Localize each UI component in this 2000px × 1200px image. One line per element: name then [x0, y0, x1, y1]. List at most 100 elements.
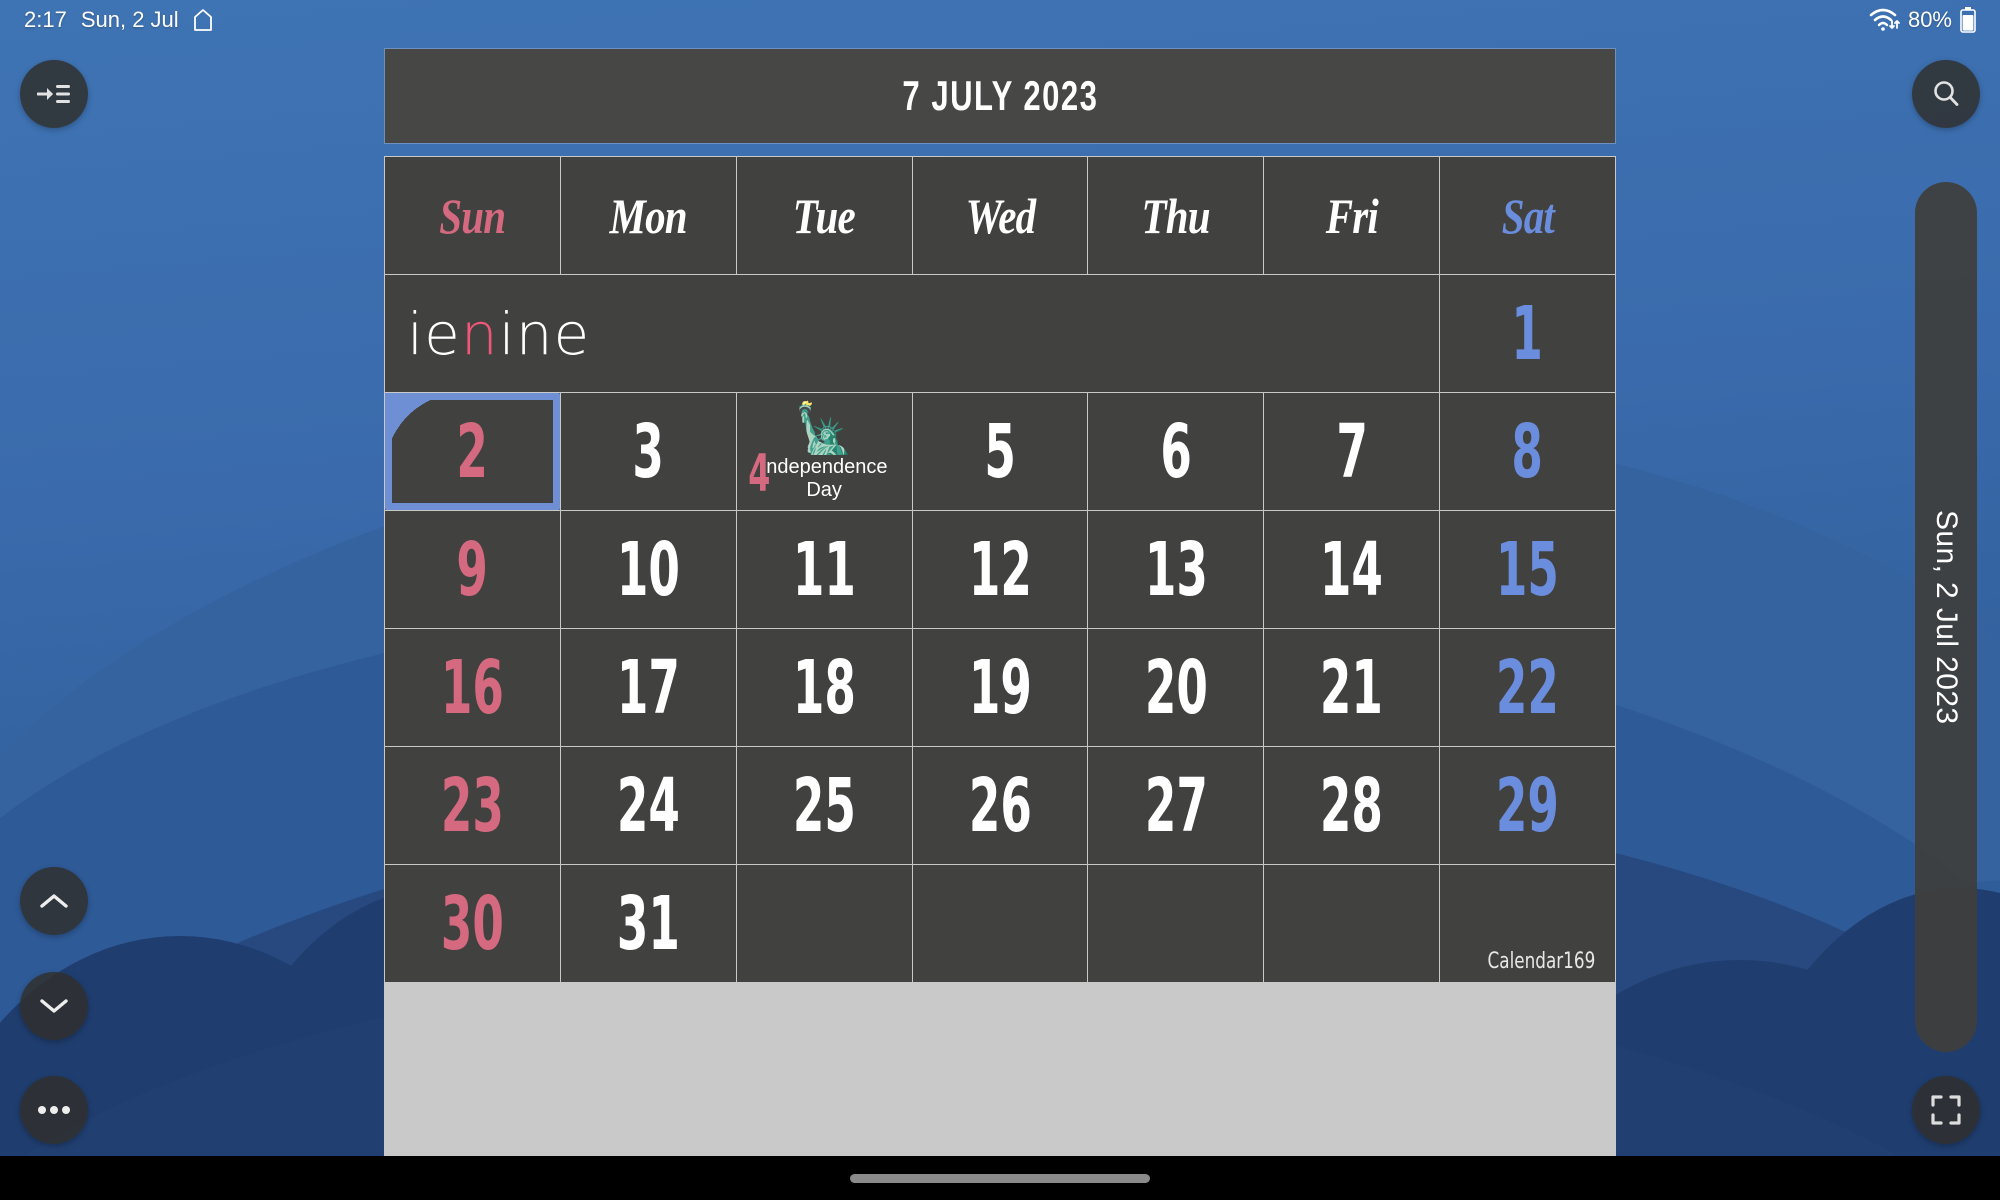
brand-text: ienine	[407, 300, 590, 368]
calendar-day-cell[interactable]: 9	[385, 511, 560, 628]
scroll-down-button[interactable]	[20, 972, 88, 1040]
calendar-day-cell[interactable]: 8	[1440, 393, 1615, 510]
weekday-header-label: Thu	[1141, 187, 1211, 244]
calendar-day-cell[interactable]: 24	[560, 747, 736, 864]
calendar-day-cell[interactable]: 15	[1440, 511, 1615, 628]
calendar-day-number-text: 15	[1496, 526, 1560, 613]
calendar-day-number-text: 10	[616, 526, 680, 613]
calendar-day-number-text: 24	[616, 762, 680, 849]
calendar-day-cell[interactable]: 21	[1264, 629, 1440, 746]
calendar-day-cell[interactable]: 30	[385, 865, 560, 982]
calendar-cell-empty	[1264, 865, 1440, 982]
calendar-day-number-text: 23	[440, 762, 504, 849]
calendar-day-number: 3	[561, 393, 736, 510]
calendar-day-cell[interactable]: 28	[1264, 747, 1440, 864]
calendar-day-cell[interactable]: 23	[385, 747, 560, 864]
status-time: 2:17	[24, 7, 67, 32]
weekday-header-sun: Sun	[385, 157, 560, 274]
calendar-day-cell[interactable]: 2	[385, 393, 560, 510]
calendar-day-number-text: 3	[632, 408, 665, 495]
search-button[interactable]	[1912, 60, 1980, 128]
calendar-day-cell[interactable]: 20	[1088, 629, 1264, 746]
brand-text-after: ine	[498, 299, 591, 368]
weekday-header-label: Fri	[1325, 187, 1379, 244]
calendar-day-cell[interactable]: 10	[560, 511, 736, 628]
calendar-day-number-text: 5	[984, 408, 1016, 495]
calendar-cell-empty	[912, 865, 1088, 982]
calendar-day-cell[interactable]: 14	[1264, 511, 1440, 628]
calendar-day-number-text: 13	[1144, 526, 1208, 613]
calendar-day-number: 5	[913, 393, 1088, 510]
brand-text-accent: n	[460, 299, 499, 368]
more-options-button[interactable]	[20, 1076, 88, 1144]
date-scroll-rail[interactable]: Sun, 2 Jul 2023	[1915, 182, 1977, 1052]
home-icon	[193, 8, 213, 32]
calendar-day-number: 18	[737, 629, 912, 746]
calendar-day-number: 11	[737, 511, 912, 628]
status-date: Sun, 2 Jul	[80, 7, 179, 32]
fullscreen-button[interactable]	[1912, 1076, 1980, 1144]
calendar-day-number-text: 8	[1511, 408, 1544, 495]
calendar-day-number-text: 18	[792, 644, 856, 731]
calendar-day-cell[interactable]: 27	[1088, 747, 1264, 864]
calendar-day-number: 12	[913, 511, 1088, 628]
calendar-day-number: 21	[1264, 629, 1439, 746]
calendar-day-number: 24	[561, 747, 736, 864]
calendar-day-number: 4	[743, 444, 776, 504]
more-dots-icon	[37, 1105, 71, 1115]
calendar-day-number-text: 9	[456, 526, 489, 613]
date-rail-label: Sun, 2 Jul 2023	[1930, 509, 1963, 725]
calendar-day-number-text: 4	[747, 444, 771, 504]
home-indicator[interactable]	[850, 1173, 1150, 1183]
screen: 2:17 Sun, 2 Jul 80% Sun, 2 Jul 2023 7 JU…	[0, 0, 2000, 1200]
calendar-day-cell[interactable]: 19	[912, 629, 1088, 746]
selection-corner	[385, 393, 463, 471]
calendar-day-number-text: 29	[1496, 762, 1560, 849]
calendar-day-number-text: 6	[1160, 408, 1192, 495]
fullscreen-icon	[1931, 1095, 1961, 1125]
calendar-day-number-text: 30	[440, 880, 504, 967]
calendar-day-cell[interactable]: 11	[736, 511, 912, 628]
calendar-day-number: 17	[561, 629, 736, 746]
calendar-title-text: 7 JULY 2023	[901, 72, 1099, 119]
calendar-day-number-text: 19	[968, 644, 1032, 731]
menu-button[interactable]	[20, 60, 88, 128]
calendar-day-number: 28	[1264, 747, 1439, 864]
calendar-day-cell[interactable]: 17	[560, 629, 736, 746]
calendar-day-number: 23	[385, 747, 560, 864]
calendar-day-cell[interactable]: 6	[1088, 393, 1264, 510]
calendar-day-cell[interactable]: 7	[1264, 393, 1440, 510]
calendar-day-number: 25	[737, 747, 912, 864]
calendar-day-cell[interactable]: 29	[1440, 747, 1615, 864]
indent-menu-icon	[37, 81, 71, 107]
status-bar-right: 80%	[1868, 7, 1976, 33]
calendar-day-cell[interactable]: 18	[736, 629, 912, 746]
calendar-day-cell[interactable]: 31	[560, 865, 736, 982]
calendar-day-cell[interactable]: 12	[912, 511, 1088, 628]
scroll-up-button[interactable]	[20, 867, 88, 935]
calendar-day-number: 20	[1088, 629, 1263, 746]
calendar-day-cell[interactable]: 🗽 Independence Day 4	[736, 393, 912, 510]
calendar-day-cell[interactable]: 3	[560, 393, 736, 510]
calendar-day-number-text: 12	[968, 526, 1032, 613]
weekday-header-mon: Mon	[560, 157, 736, 274]
calendar-cell-empty: Calendar169	[1440, 865, 1615, 982]
calendar-day-cell[interactable]: 1	[1440, 275, 1615, 392]
weekday-header-label: Mon	[609, 187, 688, 244]
calendar-day-number: 9	[385, 511, 560, 628]
calendar-day-cell[interactable]: 25	[736, 747, 912, 864]
calendar-day-cell[interactable]: 26	[912, 747, 1088, 864]
calendar-day-number: 22	[1440, 629, 1615, 746]
holiday-name: Independence Day	[760, 455, 888, 501]
calendar-cell-empty	[1088, 865, 1264, 982]
weekday-header-label: Wed	[965, 187, 1035, 244]
calendar-day-cell[interactable]: 13	[1088, 511, 1264, 628]
calendar-day-cell[interactable]: 22	[1440, 629, 1615, 746]
calendar-watermark-text: Calendar169	[1487, 949, 1596, 974]
statue-of-liberty-icon: 🗽	[794, 402, 855, 456]
calendar-day-cell[interactable]: 16	[385, 629, 560, 746]
calendar-day-cell[interactable]: 5	[912, 393, 1088, 510]
calendar-day-number: 10	[561, 511, 736, 628]
chevron-up-icon	[39, 891, 69, 911]
calendar-day-number-text: 20	[1144, 644, 1208, 731]
